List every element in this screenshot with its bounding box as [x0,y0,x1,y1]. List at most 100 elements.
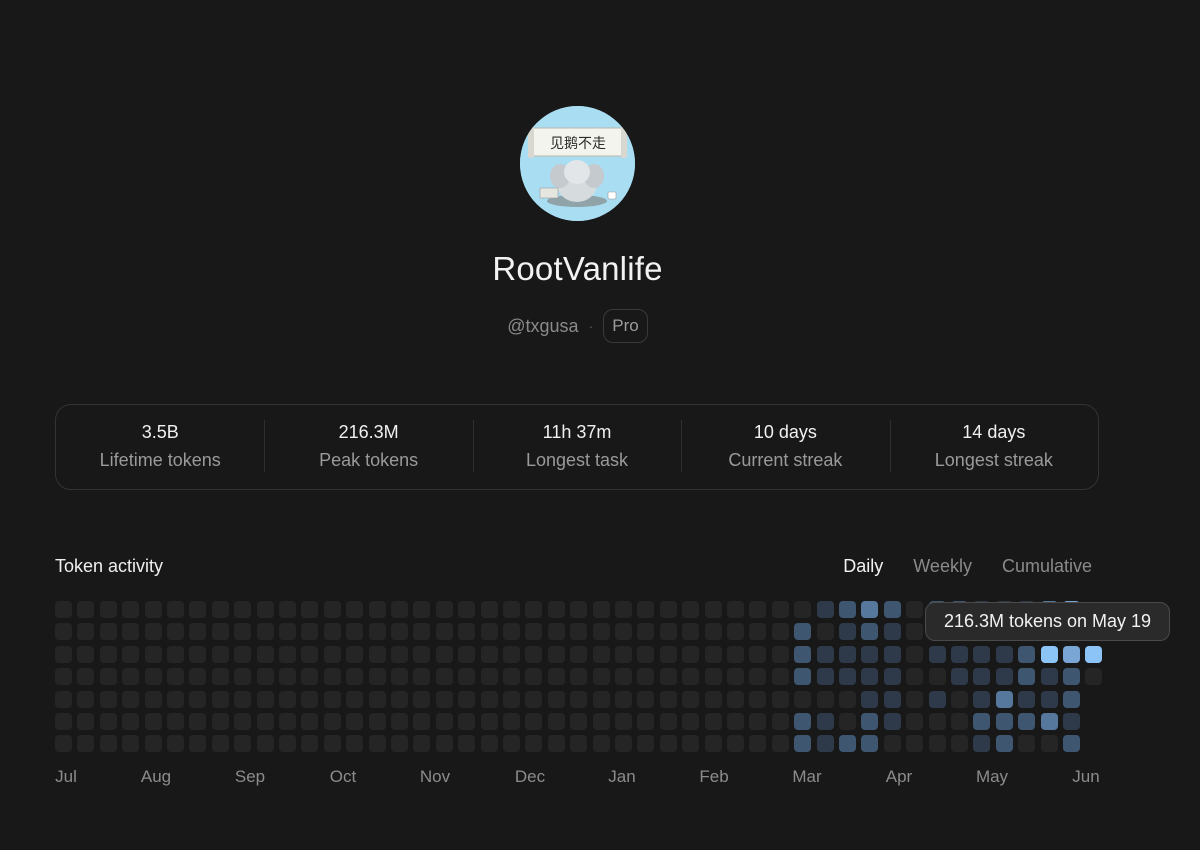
heatmap-cell[interactable] [637,690,655,708]
heatmap-cell[interactable] [928,713,946,730]
heatmap-cell[interactable] [279,668,296,686]
heatmap-cell[interactable] [570,668,588,686]
heatmap-cell[interactable] [794,623,812,641]
heatmap-cell[interactable] [794,690,812,708]
heatmap-cell[interactable] [816,645,834,663]
heatmap-cell[interactable] [547,735,565,753]
heatmap-cell[interactable] [99,645,117,663]
heatmap-cell[interactable] [211,623,229,641]
heatmap-cell[interactable] [883,735,901,753]
heatmap-cell[interactable] [122,713,140,730]
heatmap-cell[interactable] [458,623,476,641]
heatmap-cell[interactable] [704,645,722,663]
heatmap-cell[interactable] [391,601,408,618]
heatmap-cell[interactable] [480,713,498,730]
heatmap-cell[interactable] [346,668,364,686]
heatmap-cell[interactable] [189,713,207,730]
heatmap-cell[interactable] [928,645,946,663]
heatmap-cell[interactable] [167,645,184,663]
heatmap-cell[interactable] [1018,713,1036,730]
heatmap-cell[interactable] [839,601,856,618]
heatmap-cell[interactable] [480,623,498,641]
heatmap-cell[interactable] [570,645,588,663]
heatmap-cell[interactable] [323,601,341,618]
heatmap-cell[interactable] [234,690,252,708]
heatmap-cell[interactable] [99,713,117,730]
heatmap-cell[interactable] [144,690,162,708]
heatmap-cell[interactable] [256,668,274,686]
heatmap-cell[interactable] [547,601,565,618]
heatmap-cell[interactable] [659,735,677,753]
heatmap-cell[interactable] [1040,713,1058,730]
heatmap-cell[interactable] [435,645,453,663]
heatmap-cell[interactable] [525,668,543,686]
heatmap-cell[interactable] [301,713,319,730]
heatmap-cell[interactable] [211,668,229,686]
heatmap-cell[interactable] [928,690,946,708]
heatmap-cell[interactable] [144,735,162,753]
heatmap-cell[interactable] [435,735,453,753]
heatmap-cell[interactable] [256,690,274,708]
heatmap-cell[interactable] [346,713,364,730]
heatmap-cell[interactable] [167,623,184,641]
heatmap-cell[interactable] [167,690,184,708]
heatmap-cell[interactable] [637,668,655,686]
heatmap-cell[interactable] [256,645,274,663]
heatmap-cell[interactable] [615,713,632,730]
heatmap-cell[interactable] [615,668,632,686]
heatmap-cell[interactable] [816,713,834,730]
heatmap-cell[interactable] [794,645,812,663]
heatmap-cell[interactable] [144,668,162,686]
heatmap-cell[interactable] [839,713,856,730]
heatmap-cell[interactable] [727,645,744,663]
heatmap-cell[interactable] [525,601,543,618]
heatmap-cell[interactable] [592,668,610,686]
heatmap-cell[interactable] [727,735,744,753]
heatmap-cell[interactable] [413,690,431,708]
heatmap-cell[interactable] [995,645,1013,663]
heatmap-cell[interactable] [861,623,879,641]
heatmap-cell[interactable] [77,623,95,641]
heatmap-cell[interactable] [122,645,140,663]
heatmap-cell[interactable] [122,690,140,708]
heatmap-cell[interactable] [816,735,834,753]
heatmap-cell[interactable] [279,690,296,708]
heatmap-cell[interactable] [861,690,879,708]
heatmap-cell[interactable] [55,601,72,618]
heatmap-cell[interactable] [570,713,588,730]
heatmap-cell[interactable] [279,623,296,641]
heatmap-cell[interactable] [727,623,744,641]
heatmap-cell[interactable] [301,668,319,686]
heatmap-cell[interactable] [861,645,879,663]
heatmap-cell[interactable] [301,623,319,641]
heatmap-cell[interactable] [928,668,946,686]
heatmap-cell[interactable] [749,735,767,753]
heatmap-cell[interactable] [547,668,565,686]
heatmap-cell[interactable] [570,735,588,753]
heatmap-cell[interactable] [391,690,408,708]
heatmap-cell[interactable] [234,601,252,618]
heatmap-cell[interactable] [99,735,117,753]
heatmap-cell[interactable] [704,601,722,618]
heatmap-cell[interactable] [839,645,856,663]
heatmap-cell[interactable] [301,735,319,753]
heatmap-cell[interactable] [615,623,632,641]
heatmap-cell[interactable] [525,735,543,753]
heatmap-cell[interactable] [256,735,274,753]
heatmap-cell[interactable] [503,601,520,618]
heatmap-cell[interactable] [435,623,453,641]
heatmap-cell[interactable] [570,690,588,708]
heatmap-cell[interactable] [211,690,229,708]
heatmap-cell[interactable] [861,601,879,618]
heatmap-cell[interactable] [99,623,117,641]
heatmap-cell[interactable] [749,623,767,641]
heatmap-cell[interactable] [189,735,207,753]
heatmap-cell[interactable] [458,601,476,618]
heatmap-cell[interactable] [839,690,856,708]
heatmap-cell[interactable] [883,690,901,708]
heatmap-cell[interactable] [55,645,72,663]
heatmap-cell[interactable] [951,645,968,663]
heatmap-cell[interactable] [749,601,767,618]
heatmap-cell[interactable] [906,645,924,663]
heatmap-cell[interactable] [749,668,767,686]
